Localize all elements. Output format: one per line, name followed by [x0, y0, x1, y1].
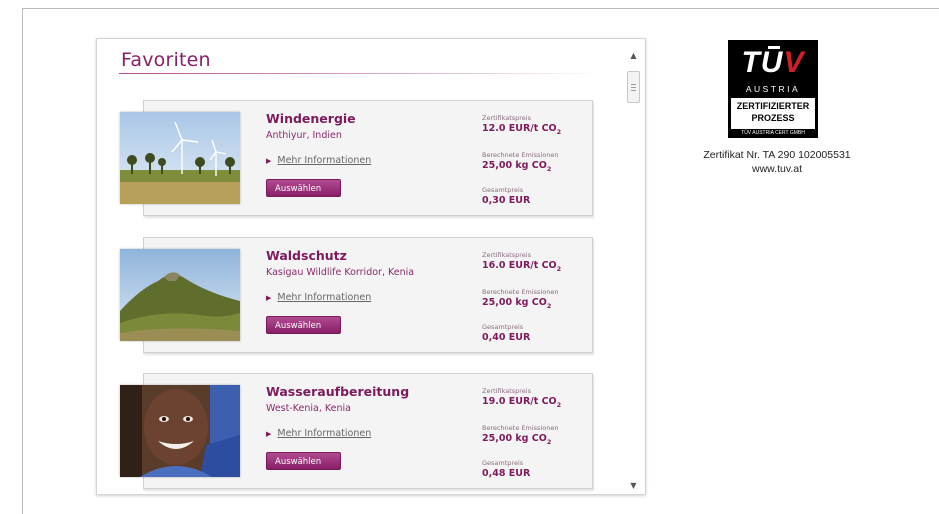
project-card-wasseraufbereitung: Wasseraufbereitung West-Kenia, Kenia ▶ Me…: [120, 373, 593, 489]
certified-process-band: ZERTIFIZIERTER PROZESS: [731, 98, 815, 129]
total-value: 0,40 EUR: [482, 332, 531, 343]
project-location: Anthiyur, Indien: [266, 130, 342, 141]
more-info-link[interactable]: ▶ Mehr Informationen: [266, 292, 371, 303]
vertical-scrollbar[interactable]: ▲ ▼: [625, 49, 642, 493]
price-label: Zertifikatspreis: [482, 387, 531, 395]
project-name: Waldschutz: [266, 248, 347, 263]
emission-value: 25,00 kg CO2: [482, 433, 552, 446]
scroll-grip-icon: [631, 84, 636, 85]
tuv-austria-badge: TUV AUSTRIA ZERTIFIZIERTER PROZESS TÜV A…: [728, 40, 818, 138]
price-value: 12.0 EUR/t CO2: [482, 123, 562, 136]
tuv-url: www.tuv.at: [752, 163, 802, 175]
tuv-logo: TUV: [741, 46, 805, 79]
emission-value: 25,00 kg CO2: [482, 297, 552, 310]
scrollbar-thumb[interactable]: [627, 71, 640, 103]
more-info-label: Mehr Informationen: [277, 155, 372, 166]
more-info-link[interactable]: ▶ Mehr Informationen: [266, 428, 371, 439]
total-label: Gesamtpreis: [482, 459, 524, 467]
total-value: 0,48 EUR: [482, 468, 531, 479]
project-photo-wind-turbines: [120, 112, 240, 204]
tuv-austria-label: AUSTRIA: [745, 84, 801, 94]
title-divider: [119, 73, 599, 74]
favorites-panel: Favoriten Windenergie Anthiyur, Indien ▶…: [96, 38, 646, 495]
more-info-label: Mehr Informationen: [277, 428, 372, 439]
caret-right-icon: ▶: [266, 294, 272, 302]
emission-label: Berechnete Emissionen: [482, 288, 559, 296]
caret-right-icon: ▶: [266, 157, 272, 165]
emission-label: Berechnete Emissionen: [482, 424, 559, 432]
price-label: Zertifikatspreis: [482, 251, 531, 259]
scroll-down-arrow-icon[interactable]: ▼: [625, 479, 642, 493]
total-value: 0,30 EUR: [482, 195, 531, 206]
emission-value: 25,00 kg CO2: [482, 160, 552, 173]
project-location: Kasigau Wildlife Korridor, Kenia: [266, 267, 415, 278]
panel-title: Favoriten: [121, 49, 211, 71]
certificate-number: Zertifikat Nr. TA 290 102005531: [703, 149, 851, 161]
project-card-windenergie: Windenergie Anthiyur, Indien ▶ Mehr Infor…: [120, 100, 593, 216]
certified-label: ZERTIFIZIERTER: [736, 101, 810, 111]
more-info-link[interactable]: ▶ Mehr Informationen: [266, 155, 371, 166]
caret-right-icon: ▶: [266, 430, 272, 438]
select-button[interactable]: Auswählen: [266, 316, 341, 334]
process-label: PROZESS: [751, 113, 795, 123]
page-frame-left-border: [22, 8, 23, 514]
scroll-up-arrow-icon[interactable]: ▲: [625, 49, 642, 63]
select-button[interactable]: Auswählen: [266, 179, 341, 197]
price-value: 16.0 EUR/t CO2: [482, 260, 562, 273]
project-photo-smiling-child: [120, 385, 240, 477]
page-frame-top-border: [22, 8, 939, 9]
scroll-grip-icon: [631, 87, 636, 88]
project-location: West-Kenia, Kenia: [266, 403, 351, 414]
project-photo-forest-hill: [120, 249, 240, 341]
more-info-label: Mehr Informationen: [277, 292, 372, 303]
total-label: Gesamtpreis: [482, 186, 524, 194]
tuv-cert-gmbh: TÜV AUSTRIA CERT GMBH: [741, 130, 805, 136]
project-name: Windenergie: [266, 111, 356, 126]
price-value: 19.0 EUR/t CO2: [482, 396, 562, 409]
price-label: Zertifikatspreis: [482, 114, 531, 122]
emission-label: Berechnete Emissionen: [482, 151, 559, 159]
select-button[interactable]: Auswählen: [266, 452, 341, 470]
scroll-grip-icon: [631, 90, 636, 91]
project-name: Wasseraufbereitung: [266, 384, 410, 399]
project-card-waldschutz: Waldschutz Kasigau Wildlife Korridor, Ke…: [120, 237, 593, 353]
total-label: Gesamtpreis: [482, 323, 524, 331]
